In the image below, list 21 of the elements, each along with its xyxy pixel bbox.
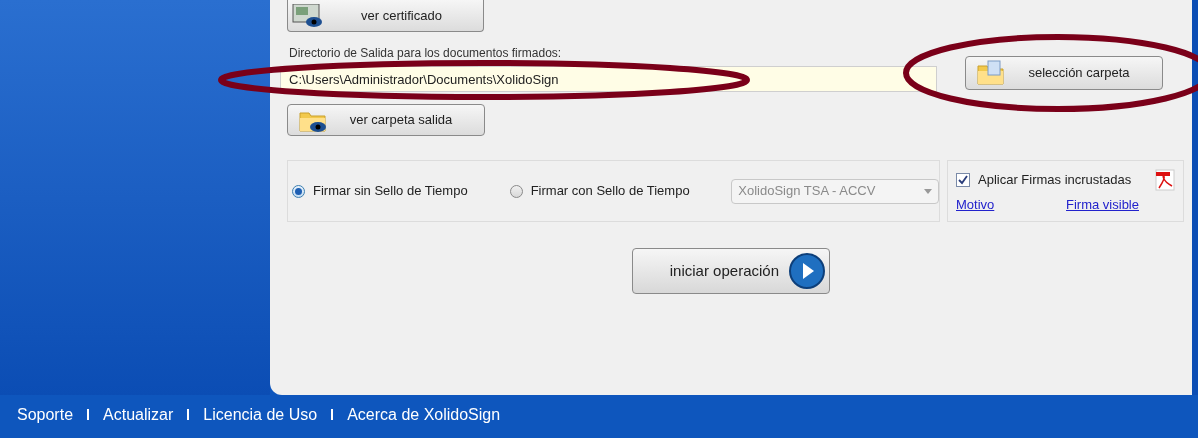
view-certificate-button[interactable]: ver certificado — [287, 0, 484, 32]
caret-icon — [924, 188, 932, 194]
certificate-icon — [292, 3, 324, 28]
signature-link[interactable]: Firma visible — [1066, 195, 1139, 215]
view-output-folder-button[interactable]: ver carpeta salida — [287, 104, 485, 136]
timestamp-radio[interactable]: Firmar sin Sello de Tiempo — [292, 181, 510, 201]
timestamp-radio[interactable]: Firmar con Sello de Tiempo — [509, 181, 728, 201]
signature-link[interactable]: Motivo — [956, 195, 995, 215]
footer-link[interactable]: Acerca de XolidoSign — [347, 402, 501, 427]
footer-link[interactable]: Soporte — [17, 402, 74, 427]
start-operation-button[interactable]: iniciar operación — [632, 248, 830, 294]
pdf-icon — [1155, 169, 1175, 191]
embedded-signatures-checkbox[interactable]: Aplicar Firmas incrustadas — [956, 170, 1132, 190]
footer-link[interactable]: Licencia de Uso — [203, 402, 318, 427]
footer-link[interactable]: Actualizar — [103, 402, 174, 427]
play-icon — [789, 253, 825, 289]
select-folder-button[interactable]: selección carpeta — [965, 56, 1163, 90]
output-directory-label: Directorio de Salida para los documentos firmados: — [289, 46, 563, 60]
folder-icon — [976, 60, 1006, 86]
radio-circle[interactable] — [292, 184, 305, 198]
checkmark-icon — [958, 175, 968, 185]
